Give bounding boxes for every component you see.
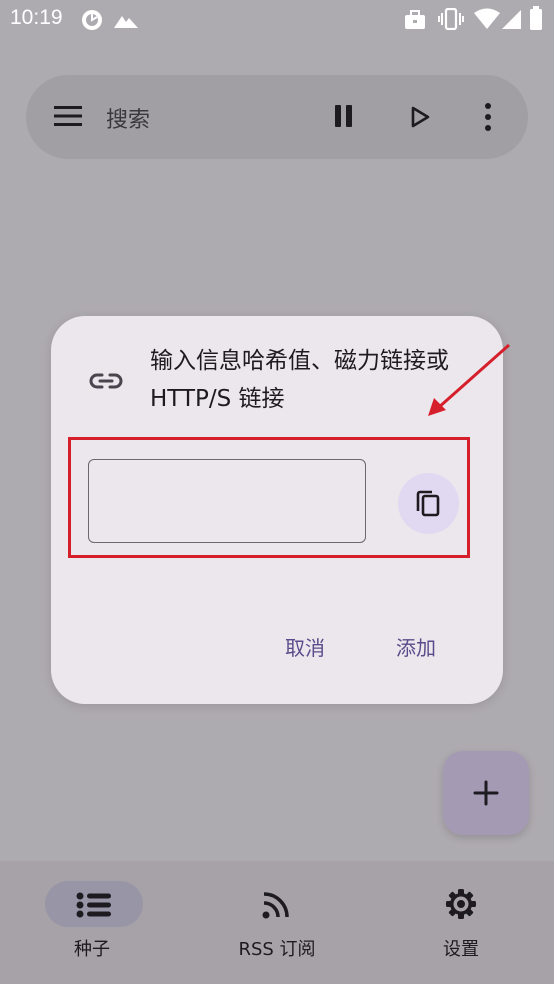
add-fab[interactable]: [443, 751, 529, 835]
rss-icon: [262, 892, 289, 919]
nav-item-torrents[interactable]: 种子: [2, 861, 182, 984]
status-time: 10:19: [10, 6, 63, 29]
add-button[interactable]: 添加: [396, 632, 436, 661]
vibrate-icon: [438, 8, 464, 30]
battery-icon: [530, 6, 542, 30]
paste-button[interactable]: [398, 473, 459, 534]
nav-label-rss: RSS 订阅: [238, 939, 316, 960]
search-placeholder[interactable]: 搜索: [106, 102, 150, 134]
play-icon[interactable]: [409, 106, 431, 128]
nav-item-settings[interactable]: 设置: [371, 861, 551, 984]
list-icon: [76, 892, 111, 918]
annotation-arrow: [428, 343, 510, 416]
link-icon: [89, 373, 123, 389]
briefcase-icon: [405, 10, 425, 29]
wifi-icon: [474, 8, 500, 29]
status-bar: 10:19: [0, 0, 554, 40]
cancel-button[interactable]: 取消: [285, 632, 325, 661]
data-saver-icon: [82, 10, 102, 30]
pause-icon[interactable]: [332, 104, 356, 128]
more-vert-icon[interactable]: [482, 103, 494, 131]
signal-icon: [502, 10, 521, 29]
link-input[interactable]: [88, 459, 366, 543]
nav-label-settings: 设置: [443, 939, 479, 960]
nav-label-torrents: 种子: [74, 939, 110, 960]
content-copy-icon: [416, 490, 440, 517]
plus-icon: [473, 780, 499, 806]
search-bar[interactable]: 搜索: [26, 75, 528, 159]
bottom-nav: 种子 RSS 订阅 设置: [0, 861, 554, 984]
gear-icon: [446, 889, 476, 919]
menu-icon[interactable]: [54, 105, 84, 127]
mountain-icon: [114, 16, 138, 28]
nav-item-rss[interactable]: RSS 订阅: [187, 861, 367, 984]
